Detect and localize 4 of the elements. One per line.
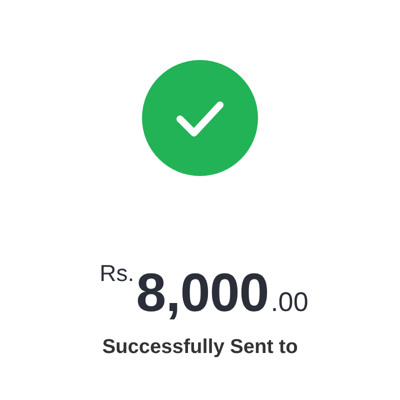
status-message: Successfully Sent to (102, 335, 298, 360)
currency-label: Rs. (100, 262, 134, 285)
amount-value: 8,000 (136, 266, 269, 320)
amount-decimals: .00 (270, 289, 308, 316)
